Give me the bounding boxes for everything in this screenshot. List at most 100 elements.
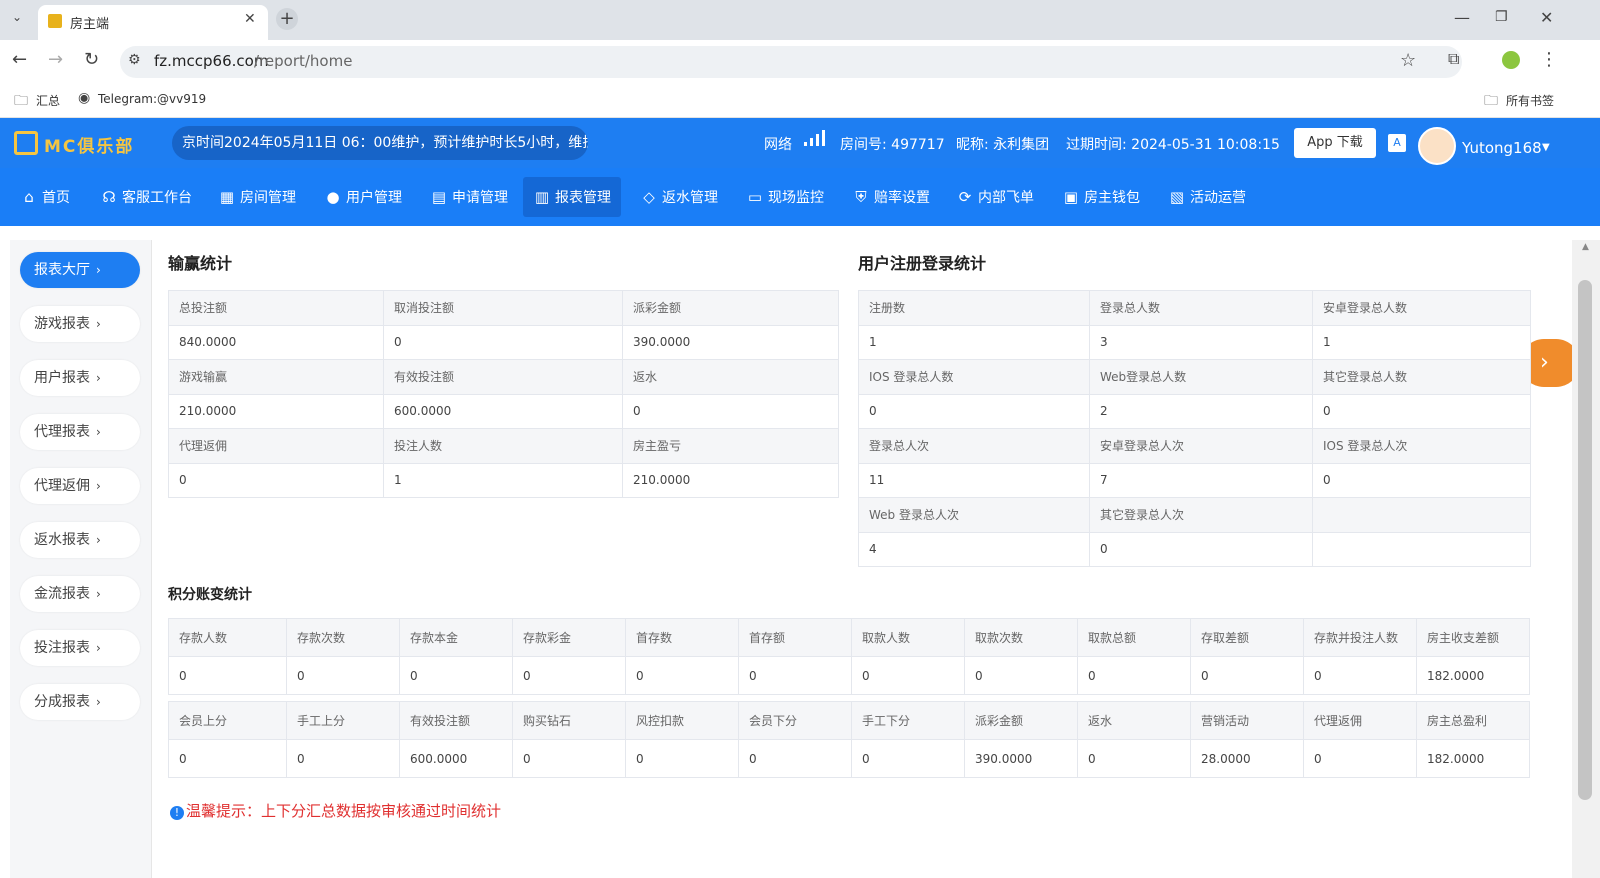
table-header-row: Web 登录总人次 其它登录总人次 xyxy=(858,497,1531,533)
tab-close-icon[interactable]: ✕ xyxy=(244,11,256,27)
table-header-cell: 代理返佣 xyxy=(168,428,384,464)
avatar[interactable] xyxy=(1418,127,1456,165)
table-header-cell: 购买钻石 xyxy=(512,701,626,740)
table-header-cell: 存款本金 xyxy=(399,618,513,657)
table-cell: 0 xyxy=(851,739,965,778)
table-header-cell: 会员下分 xyxy=(738,701,852,740)
chevron-right-icon: › xyxy=(96,695,101,709)
table-cell: 0 xyxy=(738,656,852,695)
menu-dots-icon[interactable]: ⋮ xyxy=(1540,49,1558,70)
address-bar[interactable]: ⚙ fz.mccp66.com /report/home ☆ xyxy=(120,46,1462,78)
extensions-icon[interactable]: ⧉ xyxy=(1448,49,1459,69)
user-dropdown-icon[interactable]: ▼ xyxy=(1542,142,1550,153)
table-header-cell: 存取差额 xyxy=(1190,618,1304,657)
table-header-cell: 返水 xyxy=(1077,701,1191,740)
sidebar-item-cashflow-report[interactable]: 金流报表 › xyxy=(20,576,140,612)
table-header-cell xyxy=(1312,497,1531,533)
close-window-icon[interactable]: ✕ xyxy=(1540,8,1553,27)
scroll-up-icon[interactable]: ▲ xyxy=(1582,242,1589,252)
table-header-cell: 房主盈亏 xyxy=(622,428,839,464)
shield-icon: ⛨ xyxy=(855,188,867,206)
bookmark-telegram[interactable]: Telegram:@vv919 xyxy=(98,92,206,106)
sidebar-item-rebate-report[interactable]: 返水报表 › xyxy=(20,522,140,558)
logo-icon xyxy=(14,131,38,155)
table-row: 11 7 0 xyxy=(858,462,1531,498)
main-nav: ⌂ 首页 ☊ 客服工作台 ▦ 房间管理 ● 用户管理 ▤ 申请管理 ▥ 报表管理 ◇ 返水管理… xyxy=(0,168,1600,387)
sidebar-item-game-report[interactable]: 游戏报表 › xyxy=(20,306,140,342)
table-cell: 182.0000 xyxy=(1416,739,1530,778)
tab-list-chevron-icon[interactable]: ⌄ xyxy=(12,10,22,24)
page-scrollbar[interactable]: ▲ xyxy=(1572,240,1600,878)
nav-rooms[interactable]: ▦ 房间管理 xyxy=(212,177,302,217)
table-cell: 11 xyxy=(858,462,1090,498)
reload-icon[interactable]: ↻ xyxy=(84,49,99,70)
browser-tab[interactable]: 房主端 ✕ xyxy=(38,5,268,40)
table-cell: 210.0000 xyxy=(168,393,384,429)
nav-service[interactable]: ☊ 客服工作台 xyxy=(94,177,198,217)
table-cell: 1 xyxy=(383,462,623,498)
bar-chart-icon: ▥ xyxy=(534,188,550,206)
minimize-icon[interactable]: — xyxy=(1454,8,1470,27)
restore-icon[interactable]: ❐ xyxy=(1495,9,1508,25)
nav-activities[interactable]: ▧ 活动运营 xyxy=(1162,177,1252,217)
all-bookmarks[interactable]: 所有书签 xyxy=(1506,92,1554,109)
logo-text[interactable]: MC俱乐部 xyxy=(44,132,134,157)
warm-tip: ! 温馨提示：上下分汇总数据按审核通过时间统计 xyxy=(170,800,501,821)
sidebar-item-agent-report[interactable]: 代理报表 › xyxy=(20,414,140,450)
scroll-thumb[interactable] xyxy=(1578,280,1592,800)
table-header-cell: 首存额 xyxy=(738,618,852,657)
chevron-right-icon: › xyxy=(96,371,101,385)
table-row: 210.0000 600.0000 0 xyxy=(168,393,839,429)
table-header-cell: IOS 登录总人次 xyxy=(1312,428,1531,464)
points-title: 积分账变统计 xyxy=(168,587,252,603)
back-icon[interactable]: ← xyxy=(12,49,27,70)
nav-internal-orders[interactable]: ⟳ 内部飞单 xyxy=(950,177,1040,217)
table-row: 0 0 600.0000 0 0 0 0 390.0000 0 28.0000 0 182.0000 xyxy=(168,739,1530,778)
table-cell: 3 xyxy=(1089,324,1313,360)
chevron-right-icon: › xyxy=(1540,350,1549,375)
nav-wallet[interactable]: ▣ 房主钱包 xyxy=(1056,177,1146,217)
sidebar-item-share-report[interactable]: 分成报表 › xyxy=(20,684,140,720)
nav-applications[interactable]: ▤ 申请管理 xyxy=(424,177,514,217)
table-cell: 600.0000 xyxy=(399,739,513,778)
table-header-cell: 派彩金额 xyxy=(964,701,1078,740)
signal-icon xyxy=(804,130,830,148)
site-info-icon[interactable]: ⚙ xyxy=(128,52,141,68)
info-icon: ! xyxy=(170,806,184,820)
nav-monitor[interactable]: ▭ 现场监控 xyxy=(740,177,830,217)
table-cell: 0 xyxy=(964,656,1078,695)
sidebar-item-user-report[interactable]: 用户报表 › xyxy=(20,360,140,396)
forward-icon[interactable]: → xyxy=(48,49,63,70)
nav-reports[interactable]: ▥ 报表管理 xyxy=(523,177,621,217)
table-cell: 0 xyxy=(1077,739,1191,778)
nav-users[interactable]: ● 用户管理 xyxy=(318,177,408,217)
home-icon: ⌂ xyxy=(24,188,34,206)
bookmark-star-icon[interactable]: ☆ xyxy=(1400,50,1416,71)
table-cell: 0 xyxy=(1312,462,1531,498)
table-cell: 210.0000 xyxy=(622,462,839,498)
username[interactable]: Yutong168 xyxy=(1462,139,1542,157)
sidebar-item-agent-commission[interactable]: 代理返佣 › xyxy=(20,468,140,504)
nav-rebate[interactable]: ◇ 返水管理 xyxy=(634,177,724,217)
nav-home[interactable]: ⌂ 首页 xyxy=(14,177,76,217)
network-label: 网络 xyxy=(764,137,792,153)
chevron-right-icon: › xyxy=(96,479,101,493)
table-cell: 0 xyxy=(1190,656,1304,695)
points-table-deposits: 存款人数 存款次数 存款本金 存款彩金 首存数 首存额 取款人数 取款次数 取款总额 存取差额 存款… xyxy=(168,618,1530,695)
app-download-button[interactable]: App 下载 xyxy=(1294,128,1376,158)
new-tab-icon[interactable]: + xyxy=(276,8,298,30)
sidebar-item-report-hall[interactable]: 报表大厅 › xyxy=(20,252,140,288)
table-header-row: 代理返佣 投注人数 房主盈亏 xyxy=(168,428,839,464)
table-header-row: 游戏输赢 有效投注额 返水 xyxy=(168,359,839,395)
profile-extension-icon[interactable] xyxy=(1502,51,1520,69)
announcement-marquee: 京时间2024年05月11日 06：00维护，预计维护时长5小时，维护 xyxy=(172,126,588,160)
sidebar-item-bet-report[interactable]: 投注报表 › xyxy=(20,630,140,666)
bookmark-summary[interactable]: 汇总 xyxy=(36,92,60,109)
app-header: MC俱乐部 京时间2024年05月11日 06：00维护，预计维护时长5小时，维… xyxy=(0,118,1600,168)
table-header-cell: 登录总人次 xyxy=(858,428,1090,464)
table-header-cell: 手工上分 xyxy=(286,701,400,740)
table-header-cell: 取款人数 xyxy=(851,618,965,657)
translate-icon[interactable]: A xyxy=(1388,134,1406,152)
nav-odds[interactable]: ⛨ 赔率设置 xyxy=(846,177,936,217)
table-header-cell: 安卓登录总人次 xyxy=(1089,428,1313,464)
